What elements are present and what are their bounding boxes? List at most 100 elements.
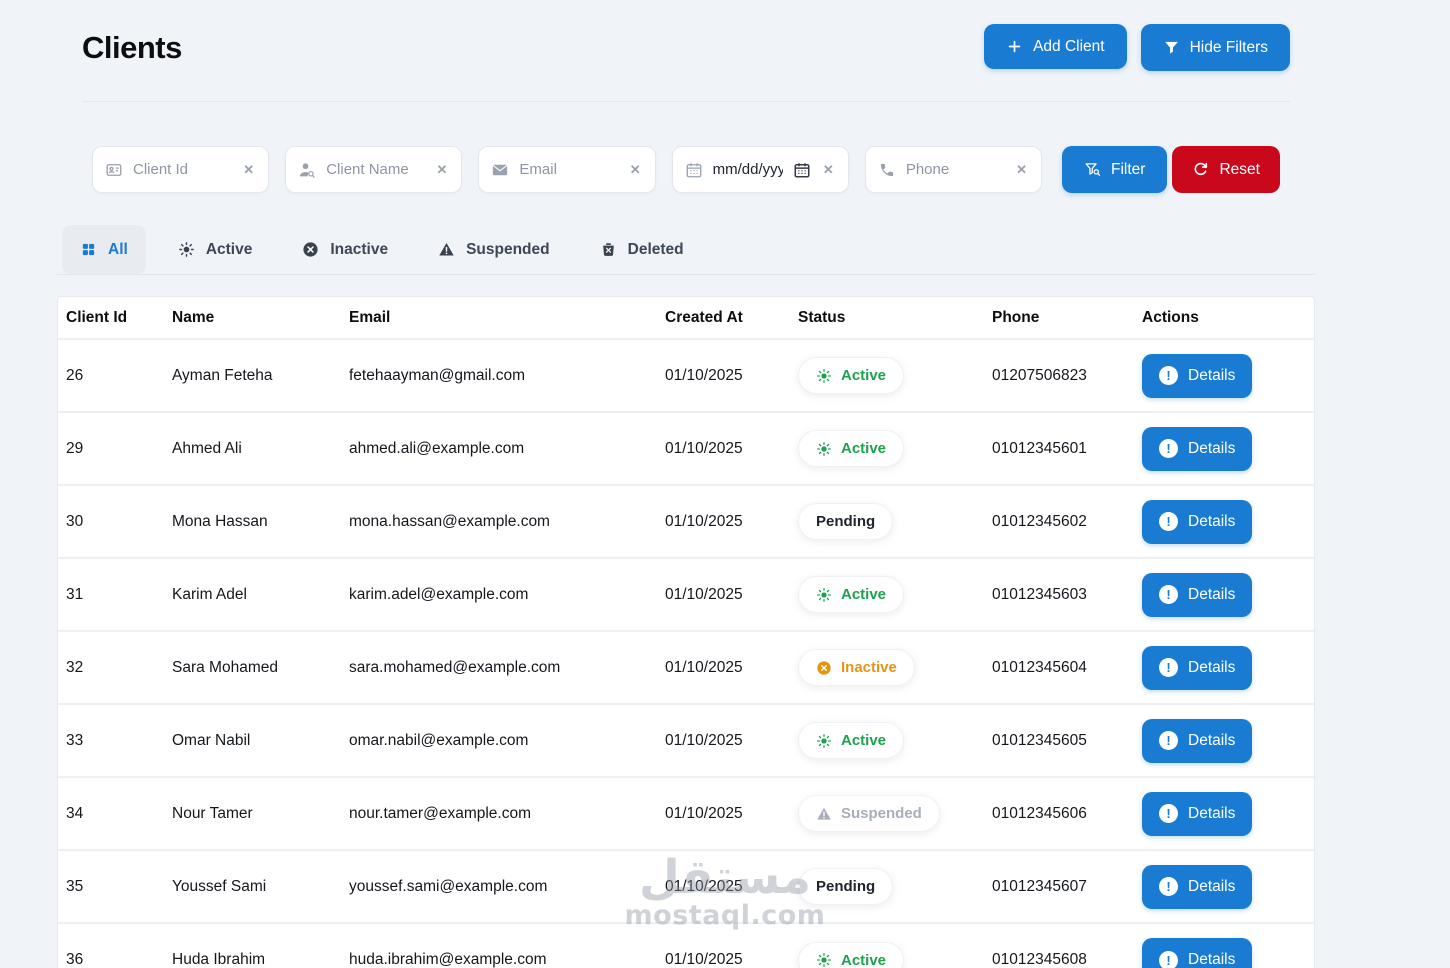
cell-phone: 01207506823 xyxy=(984,338,1134,412)
cell-phone: 01012345602 xyxy=(984,484,1134,558)
cell-email: karim.adel@example.com xyxy=(341,557,657,631)
table-row: 30 Mona Hassan mona.hassan@example.com 0… xyxy=(58,484,1314,558)
client-id-input[interactable] xyxy=(133,161,232,178)
clear-phone-button[interactable]: ✕ xyxy=(1014,161,1029,178)
tab-active[interactable]: Active xyxy=(160,225,271,274)
cell-email: nour.tamer@example.com xyxy=(341,776,657,850)
client-name-input[interactable] xyxy=(326,161,425,178)
details-label: Details xyxy=(1188,877,1236,895)
reset-label: Reset xyxy=(1219,160,1260,178)
add-client-button[interactable]: Add Client xyxy=(984,24,1127,69)
table-header: Client Id Name Email Created At Status P… xyxy=(58,297,1314,339)
info-icon xyxy=(1159,804,1178,823)
clear-date-button[interactable]: ✕ xyxy=(821,161,836,178)
details-label: Details xyxy=(1188,731,1236,749)
add-client-label: Add Client xyxy=(1033,37,1105,55)
cell-created-at: 01/10/2025 xyxy=(657,557,790,631)
details-button[interactable]: Details xyxy=(1142,426,1253,471)
cell-status: Suspended xyxy=(790,776,984,850)
cell-status: Active xyxy=(790,922,984,968)
details-button[interactable]: Details xyxy=(1142,572,1253,617)
date-input[interactable] xyxy=(712,161,783,178)
cell-client-id: 29 xyxy=(58,411,164,485)
hide-filters-button[interactable]: Hide Filters xyxy=(1140,24,1290,71)
calendar-icon xyxy=(685,161,703,179)
client-name-filter: ✕ xyxy=(285,146,463,193)
phone-input[interactable] xyxy=(905,161,1005,178)
warning-icon xyxy=(816,806,832,822)
table-row: 33 Omar Nabil omar.nabil@example.com 01/… xyxy=(58,703,1314,777)
table-row: 26 Ayman Feteha fetehaayman@gmail.com 01… xyxy=(58,338,1314,412)
tab-label: Inactive xyxy=(330,240,389,258)
cell-email: ahmed.ali@example.com xyxy=(341,411,657,485)
status-badge: Active xyxy=(798,722,905,759)
details-button[interactable]: Details xyxy=(1142,864,1253,909)
tab-inactive[interactable]: Inactive xyxy=(284,225,406,274)
status-badge: Active xyxy=(798,430,905,467)
tab-deleted[interactable]: Deleted xyxy=(582,225,702,274)
cell-name: Youssef Sami xyxy=(164,849,341,923)
cell-actions: Details xyxy=(1134,922,1314,968)
details-button[interactable]: Details xyxy=(1142,718,1253,763)
tab-suspended[interactable]: Suspended xyxy=(420,225,568,274)
details-label: Details xyxy=(1188,951,1236,968)
calendar-picker-icon[interactable] xyxy=(793,161,811,179)
x-circle-icon xyxy=(302,241,319,258)
col-client-id: Client Id xyxy=(66,308,128,326)
cell-actions: Details xyxy=(1134,484,1314,558)
info-icon xyxy=(1159,366,1178,385)
header-actions: Add Client Hide Filters xyxy=(984,24,1290,71)
email-input[interactable] xyxy=(519,161,618,178)
clear-client-name-button[interactable]: ✕ xyxy=(435,161,450,178)
details-button[interactable]: Details xyxy=(1142,353,1253,398)
email-filter: ✕ xyxy=(478,146,656,193)
filter-button[interactable]: Filter xyxy=(1062,146,1168,193)
trash-icon xyxy=(600,241,617,258)
cell-created-at: 01/10/2025 xyxy=(657,776,790,850)
details-button[interactable]: Details xyxy=(1142,499,1253,544)
details-button[interactable]: Details xyxy=(1142,938,1253,968)
clients-table: Client Id Name Email Created At Status P… xyxy=(58,297,1314,968)
tab-label: All xyxy=(108,240,128,258)
cell-status: Inactive xyxy=(790,630,984,704)
cell-name: Sara Mohamed xyxy=(164,630,341,704)
clear-email-button[interactable]: ✕ xyxy=(628,161,643,178)
details-button[interactable]: Details xyxy=(1142,791,1253,836)
cell-phone: 01012345605 xyxy=(984,703,1134,777)
details-button[interactable]: Details xyxy=(1142,645,1253,690)
cell-created-at: 01/10/2025 xyxy=(657,703,790,777)
tab-label: Active xyxy=(205,240,253,258)
sun-icon xyxy=(816,952,832,968)
cell-actions: Details xyxy=(1134,557,1314,631)
cell-actions: Details xyxy=(1134,776,1314,850)
cell-created-at: 01/10/2025 xyxy=(657,338,790,412)
reset-button[interactable]: Reset xyxy=(1172,146,1280,193)
table-row: 34 Nour Tamer nour.tamer@example.com 01/… xyxy=(58,776,1314,850)
cell-client-id: 34 xyxy=(58,776,164,850)
clear-client-id-button[interactable]: ✕ xyxy=(241,161,256,178)
info-icon xyxy=(1159,585,1178,604)
table-row: 32 Sara Mohamed sara.mohamed@example.com… xyxy=(58,630,1314,704)
cell-created-at: 01/10/2025 xyxy=(657,484,790,558)
grid-icon xyxy=(80,241,97,258)
details-label: Details xyxy=(1188,439,1236,457)
funnel-icon xyxy=(1163,39,1180,56)
cell-client-id: 36 xyxy=(58,922,164,968)
sun-icon xyxy=(816,441,832,457)
col-actions: Actions xyxy=(1142,308,1199,326)
reset-icon xyxy=(1192,161,1209,178)
cell-email: omar.nabil@example.com xyxy=(341,703,657,777)
status-badge: Pending xyxy=(798,503,894,540)
cell-phone: 01012345608 xyxy=(984,922,1134,968)
tab-all[interactable]: All xyxy=(62,225,146,274)
cell-actions: Details xyxy=(1134,411,1314,485)
col-name: Name xyxy=(172,308,215,326)
person-search-icon xyxy=(298,161,316,179)
table-body: 26 Ayman Feteha fetehaayman@gmail.com 01… xyxy=(58,338,1314,968)
cell-name: Ayman Feteha xyxy=(164,338,341,412)
cell-client-id: 35 xyxy=(58,849,164,923)
cell-name: Ahmed Ali xyxy=(164,411,341,485)
sun-icon xyxy=(816,368,832,384)
date-filter: ✕ xyxy=(671,146,849,193)
cell-actions: Details xyxy=(1134,630,1314,704)
